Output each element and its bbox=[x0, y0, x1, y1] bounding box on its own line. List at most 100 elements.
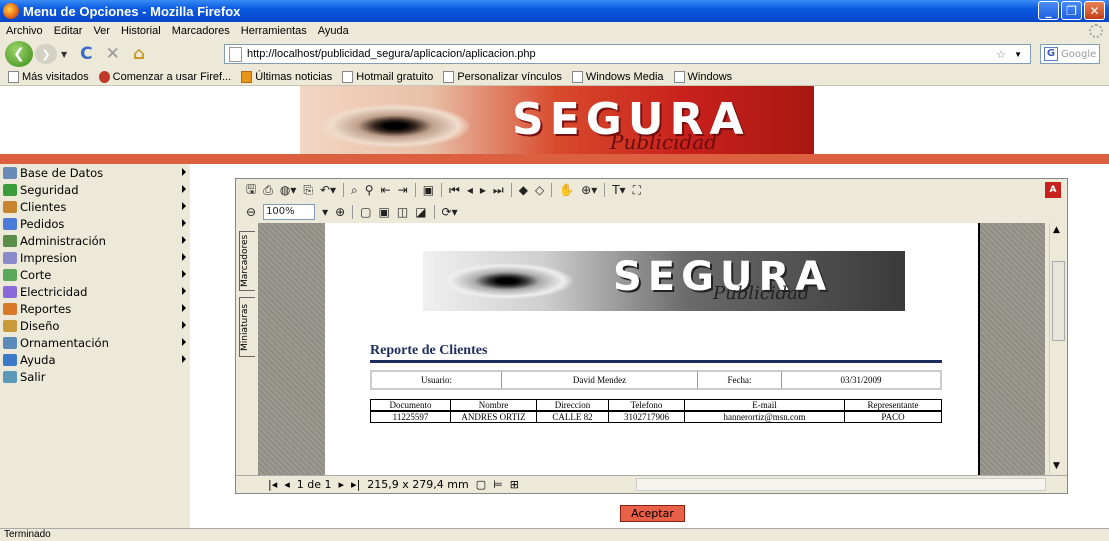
pdf-status-bar: |◂ ◂ 1 de 1 ▸ ▸| 215,9 x 279,4 mm ▢ ⊨ ⊞ bbox=[236, 475, 1067, 493]
sidebar-item-salir[interactable]: Salir bbox=[0, 368, 190, 385]
adobe-icon[interactable]: A bbox=[1045, 182, 1061, 198]
pdf-document-area[interactable]: SEGURA Publicidad Reporte de Clientes Us… bbox=[258, 223, 1045, 475]
search-icon[interactable]: ⚲ bbox=[365, 183, 374, 197]
page-margin-left bbox=[258, 223, 325, 475]
zoom-field[interactable]: 100% bbox=[263, 204, 316, 220]
first-page-small-icon[interactable]: |◂ bbox=[268, 478, 277, 491]
menu-ayuda[interactable]: Ayuda bbox=[318, 25, 349, 37]
back-button[interactable]: ❮ bbox=[5, 41, 33, 67]
sidebar-item-seguridad[interactable]: Seguridad bbox=[0, 181, 190, 198]
bookmark-comenzar[interactable]: Comenzar a usar Firef... bbox=[98, 70, 231, 83]
fit-visible-icon[interactable]: ◪ bbox=[415, 205, 426, 219]
bookmark-personalizar[interactable]: Personalizar vínculos bbox=[443, 70, 562, 83]
home-icon[interactable]: ⌂ bbox=[133, 44, 145, 64]
print-icon[interactable]: ⎙ bbox=[263, 183, 273, 198]
sidebar-item-ayuda[interactable]: Ayuda bbox=[0, 351, 190, 368]
last-page-icon[interactable]: ⏭ bbox=[493, 183, 504, 198]
facing-icon[interactable]: ⊞ bbox=[510, 478, 519, 491]
sidebar-item-pedidos[interactable]: Pedidos bbox=[0, 215, 190, 232]
sidebar-item-electricidad[interactable]: Electricidad bbox=[0, 283, 190, 300]
menu-ver[interactable]: Ver bbox=[93, 25, 110, 37]
page-indicator[interactable]: 1 de 1 bbox=[297, 478, 332, 491]
aceptar-button[interactable]: Aceptar bbox=[620, 505, 685, 522]
text-select-icon[interactable]: T▾ bbox=[612, 183, 625, 197]
zoom-in-icon[interactable]: ⊕ bbox=[335, 205, 345, 219]
maximize-button[interactable]: ❐ bbox=[1061, 1, 1082, 20]
bookmark-star-icon[interactable]: ☆ bbox=[996, 48, 1006, 61]
scroll-up-icon[interactable]: ▲ bbox=[1053, 225, 1060, 235]
bookmark-ultimas-noticias[interactable]: Últimas noticias bbox=[241, 70, 332, 83]
first-page-icon[interactable]: ⏮ bbox=[449, 183, 460, 198]
sidebar-item-reportes[interactable]: Reportes bbox=[0, 300, 190, 317]
toolbar-separator bbox=[510, 183, 512, 197]
prev-page-icon[interactable]: ◂ bbox=[467, 183, 473, 197]
sidebar-item-impresion[interactable]: Impresion bbox=[0, 249, 190, 266]
prev-page-small-icon[interactable]: ◂ bbox=[284, 478, 290, 491]
single-page-icon[interactable]: ▢ bbox=[476, 478, 486, 491]
find-icon[interactable]: ⌕ bbox=[351, 183, 358, 198]
fit-page-icon[interactable]: ▣ bbox=[379, 205, 390, 219]
search-input[interactable]: G Google bbox=[1040, 44, 1100, 64]
globe-icon[interactable]: ◍▾ bbox=[280, 183, 297, 197]
menu-marcadores[interactable]: Marcadores bbox=[172, 25, 230, 37]
next-page-icon[interactable]: ▸ bbox=[480, 183, 486, 197]
bookmark-hotmail[interactable]: Hotmail gratuito bbox=[342, 70, 433, 83]
pdf-vertical-scrollbar[interactable]: ▲ ▼ bbox=[1049, 223, 1067, 475]
page-fwd-icon[interactable]: ⇥ bbox=[398, 183, 408, 197]
sidebar-item-label: Salir bbox=[20, 369, 46, 384]
forward-button[interactable]: ❯ bbox=[35, 44, 57, 64]
fit-width-icon[interactable]: ◫ bbox=[397, 205, 408, 219]
pdf-horizontal-scrollbar[interactable] bbox=[636, 478, 1046, 491]
undo-icon[interactable]: ↶▾ bbox=[320, 183, 336, 197]
col-nombre: Nombre bbox=[450, 399, 537, 412]
scroll-thumb[interactable] bbox=[1052, 261, 1065, 341]
rotate-icon[interactable]: ⟳▾ bbox=[442, 205, 458, 219]
bookmark-windows-media[interactable]: Windows Media bbox=[571, 70, 664, 83]
address-bar[interactable]: http://localhost/publicidad_segura/aplic… bbox=[224, 44, 1031, 64]
menu-herramientas[interactable]: Herramientas bbox=[241, 25, 307, 37]
sidebar-item-administraci-n[interactable]: Administración bbox=[0, 232, 190, 249]
url-dropdown-icon[interactable]: ▼ bbox=[1014, 50, 1022, 59]
continuous-icon[interactable]: ⊨ bbox=[493, 478, 503, 491]
back-view-icon[interactable]: ◆ bbox=[519, 183, 528, 197]
sidebar-item-base-de-datos[interactable]: Base de Datos bbox=[0, 164, 190, 181]
minimize-button[interactable]: _ bbox=[1038, 1, 1059, 20]
save-icon[interactable]: 🖫 bbox=[246, 180, 256, 201]
menu-historial[interactable]: Historial bbox=[121, 25, 161, 37]
next-page-small-icon[interactable]: ▸ bbox=[339, 478, 345, 491]
page-icon bbox=[443, 70, 455, 83]
sidebar-item-clientes[interactable]: Clientes bbox=[0, 198, 190, 215]
tab-marcadores[interactable]: Marcadores bbox=[239, 231, 255, 291]
submenu-arrow-icon bbox=[182, 168, 186, 176]
scroll-down-icon[interactable]: ▼ bbox=[1053, 461, 1060, 471]
full-screen-icon[interactable]: ▣ bbox=[423, 183, 434, 197]
cell-email: hannerortiz@msn.com bbox=[684, 410, 845, 423]
sidebar-item-ornamentaci-n[interactable]: Ornamentación bbox=[0, 334, 190, 351]
close-button[interactable]: ✕ bbox=[1084, 1, 1105, 20]
sidebar-item-dise-o[interactable]: Diseño bbox=[0, 317, 190, 334]
snapshot-icon[interactable]: ⛶ bbox=[633, 183, 641, 198]
menu-editar[interactable]: Editar bbox=[54, 25, 83, 37]
stop-icon[interactable]: ✕ bbox=[106, 44, 120, 64]
page-back-icon[interactable]: ⇤ bbox=[381, 183, 391, 197]
forward-view-icon[interactable]: ◇ bbox=[535, 183, 544, 197]
actual-size-icon[interactable]: ▢ bbox=[360, 205, 371, 219]
bookmark-windows[interactable]: Windows bbox=[673, 70, 732, 83]
history-dropdown-icon[interactable]: ▼ bbox=[61, 50, 67, 59]
report-logo-image: SEGURA Publicidad bbox=[423, 251, 905, 311]
bookmark-mas-visitados[interactable]: Más visitados bbox=[8, 70, 89, 83]
last-page-small-icon[interactable]: ▸| bbox=[351, 478, 360, 491]
sidebar-item-label: Impresion bbox=[20, 250, 77, 265]
zoom-tool-icon[interactable]: ⊕▾ bbox=[581, 183, 597, 197]
search-engine-icon[interactable]: G bbox=[1044, 47, 1058, 61]
reload-icon[interactable]: C bbox=[80, 44, 92, 64]
hand-tool-icon[interactable]: ✋ bbox=[559, 183, 574, 197]
submenu-arrow-icon bbox=[182, 287, 186, 295]
menu-archivo[interactable]: Archivo bbox=[6, 25, 43, 37]
copy-icon[interactable]: ⎘ bbox=[303, 183, 313, 198]
zoom-out-icon[interactable]: ⊖ bbox=[246, 205, 256, 219]
sidebar-item-corte[interactable]: Corte bbox=[0, 266, 190, 283]
sidebar-item-label: Base de Datos bbox=[20, 165, 104, 180]
zoom-dropdown-icon[interactable]: ▾ bbox=[322, 205, 328, 219]
tab-miniaturas[interactable]: Miniaturas bbox=[239, 297, 255, 357]
